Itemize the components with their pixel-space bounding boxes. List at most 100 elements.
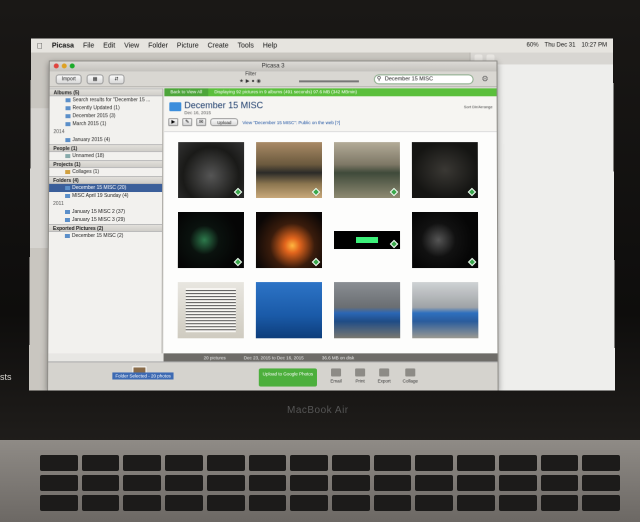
key [82,455,120,471]
upload-button[interactable]: Upload [210,118,238,126]
menu-view[interactable]: View [124,42,139,49]
export-icon [379,368,389,376]
photo-thumbnail[interactable] [256,212,322,268]
year-label: 2014 [49,128,162,136]
picture-count: 20 pictures [204,355,226,360]
back-to-view-all-button[interactable]: Back to View All [164,88,208,96]
people-unnamed[interactable]: Unnamed (18) [49,152,162,160]
exported-december-15-misc[interactable]: December 15 MISC (2) [49,232,162,240]
print-button[interactable]: Print [349,368,371,383]
folder-misc-april-19[interactable]: MISC April 19 Sunday (4) [49,192,162,200]
key [123,475,161,491]
edit-description-icon[interactable]: ✎ [182,118,192,126]
minimize-window-button[interactable] [62,63,67,68]
album-header: December 15 MISC Dec 16, 2015 ▶ ✎ ✉ Uplo… [164,96,496,132]
exported-label: December 15 MISC (2) [72,233,123,239]
window-title: Picasa 3 [262,63,285,69]
key [123,495,161,511]
view-online-link[interactable]: View "December 15 MISC": Public on the w… [242,120,340,125]
photo-thumbnail[interactable] [412,142,478,198]
window-controls [54,63,75,68]
people-section-header[interactable]: People (1) [49,144,162,152]
folder-january-15-misc-2[interactable]: January 15 MISC 2 (37) [49,208,162,216]
folder-icon [65,210,70,214]
uploaded-badge-icon [234,258,242,266]
project-collages[interactable]: Collages (1) [49,168,162,176]
key [374,495,412,511]
key [332,475,370,491]
photo-thumbnail[interactable] [178,212,244,268]
filter-icons[interactable]: ★▶●◉ [239,78,263,84]
search-input[interactable]: ⚲ December 15 MISC [374,74,474,84]
album-march-2015[interactable]: March 2015 (1) [49,120,162,128]
uploaded-badge-icon [468,258,476,266]
print-label: Print [355,378,364,383]
menu-file[interactable]: File [83,42,94,49]
close-window-button[interactable] [54,63,59,68]
menu-help[interactable]: Help [263,42,277,49]
menu-app-name[interactable]: Picasa [52,42,74,49]
tray-selection-label: Folder Selected - 20 photos [112,372,174,379]
key [332,455,370,471]
album-title[interactable]: December 15 MISC [184,100,263,110]
folders-section-header[interactable]: Folders (4) [49,176,162,184]
view-toggle-button[interactable]: ▦ [87,74,104,84]
keyboard-keys [40,455,620,511]
album-icon [66,98,71,102]
menu-picture[interactable]: Picture [177,42,199,49]
key [40,495,78,511]
share-icon[interactable]: ✉ [196,118,206,126]
album-january-2015[interactable]: January 2015 (4) [49,136,162,144]
key [165,455,203,471]
photo-thumbnail[interactable] [334,142,400,198]
albums-section-header[interactable]: Albums (5) [50,88,163,96]
battery-status[interactable]: 60% [527,43,539,49]
sort-control[interactable]: Sort Dir/Arrange [464,104,493,109]
key [499,455,537,471]
folder-december-15-misc[interactable]: December 15 MISC (20) [49,184,162,192]
menu-tools[interactable]: Tools [238,42,254,49]
menu-edit[interactable]: Edit [103,42,115,49]
album-recently-updated[interactable]: Recently Updated (1) [50,104,163,112]
zoom-window-button[interactable] [70,63,75,68]
folder-january-15-misc-3[interactable]: January 15 MISC 3 (29) [49,216,162,224]
menu-folder[interactable]: Folder [148,42,168,49]
clock-date[interactable]: Thu Dec 31 [545,43,576,49]
people-label: Unnamed (18) [72,153,104,159]
photo-thumbnail[interactable] [256,282,322,338]
upload-to-google-photos-button[interactable]: Upload to Google Photos [259,368,317,386]
album-search-results[interactable]: Search results for "December 15 ... [50,96,163,104]
collage-button[interactable]: Collage [399,368,421,383]
uploaded-badge-icon [390,188,398,196]
photo-thumbnail[interactable] [412,282,478,338]
photo-thumbnail[interactable] [178,142,244,198]
sort-toggle-button[interactable]: ⇵ [108,74,124,84]
filter-slider[interactable] [299,80,359,82]
key [582,475,620,491]
key [207,495,245,511]
photo-thumbnail[interactable] [178,282,244,338]
apple-icon[interactable]:  [37,41,43,50]
album-icon [65,114,70,118]
key [541,475,579,491]
import-button[interactable]: Import [56,74,82,84]
photo-thumbnail[interactable] [334,282,400,338]
menu-create[interactable]: Create [208,42,229,49]
slideshow-play-icon[interactable]: ▶ [168,118,178,126]
album-december-2015[interactable]: December 2015 (3) [49,112,162,120]
key [249,455,287,471]
screen:  Picasa File Edit View Folder Picture C… [29,39,615,391]
projects-section-header[interactable]: Projects (1) [49,160,162,168]
disk-size: 36.6 MB on disk [322,355,354,360]
exported-section-header[interactable]: Exported Pictures (2) [49,224,162,232]
email-label: Email [330,378,341,383]
clock-time[interactable]: 10:27 PM [581,43,607,49]
export-button[interactable]: Export [373,368,395,383]
key [165,495,203,511]
photo-thumbnail[interactable] [256,142,322,198]
photo-thumbnail[interactable] [334,212,400,268]
folder-icon [65,218,70,222]
photo-thumbnail[interactable] [412,212,478,268]
gear-icon[interactable]: ⚙ [481,74,488,83]
email-button[interactable]: Email [325,368,347,383]
